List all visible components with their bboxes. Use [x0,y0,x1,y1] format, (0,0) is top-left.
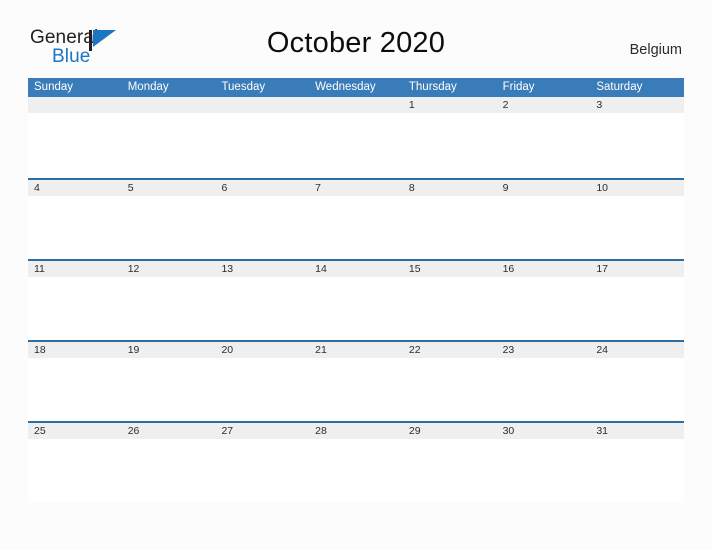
day-cell[interactable]: 2 [497,97,591,113]
day-cell[interactable]: 8 [403,180,497,196]
day-cell[interactable]: 19 [122,342,216,358]
day-cell[interactable]: 5 [122,180,216,196]
week-note-area[interactable] [28,358,684,421]
day-cell[interactable]: 25 [28,423,122,439]
weekday-wednesday: Wednesday [315,81,376,93]
day-cell[interactable]: 4 [28,180,122,196]
day-cell[interactable]: 14 [309,261,403,277]
weekday-friday: Friday [502,81,535,93]
weekday-thursday: Thursday [408,81,457,93]
day-cell[interactable] [122,97,216,113]
week-day-numbers: 25 26 27 28 29 30 31 [28,423,684,439]
weekday-saturday: Saturday [596,81,643,93]
day-cell[interactable]: 1 [403,97,497,113]
day-cell[interactable]: 29 [403,423,497,439]
week-row: 1 2 3 [28,97,684,178]
day-cell[interactable]: 20 [215,342,309,358]
day-cell[interactable] [215,97,309,113]
day-cell[interactable]: 22 [403,342,497,358]
day-cell[interactable]: 31 [590,423,684,439]
week-day-numbers: 1 2 3 [28,97,684,113]
day-cell[interactable]: 13 [215,261,309,277]
day-cell[interactable]: 18 [28,342,122,358]
week-day-numbers: 11 12 13 14 15 16 17 [28,261,684,277]
week-day-numbers: 18 19 20 21 22 23 24 [28,342,684,358]
week-row: 4 5 6 7 8 9 10 [28,178,684,259]
day-cell[interactable]: 27 [215,423,309,439]
weekday-tuesday: Tuesday [221,81,266,93]
day-cell[interactable] [309,97,403,113]
day-cell[interactable]: 6 [215,180,309,196]
day-cell[interactable]: 9 [497,180,591,196]
day-cell[interactable]: 24 [590,342,684,358]
weekday-monday: Monday [127,81,169,93]
week-row: 18 19 20 21 22 23 24 [28,340,684,421]
week-row: 25 26 27 28 29 30 31 [28,421,684,502]
day-cell[interactable]: 3 [590,97,684,113]
day-cell[interactable]: 21 [309,342,403,358]
week-note-area[interactable] [28,277,684,340]
day-cell[interactable]: 28 [309,423,403,439]
calendar-page: General Blue October 2020 Belgium Sunday… [0,0,712,550]
country-label: Belgium [629,42,682,58]
day-cell[interactable]: 10 [590,180,684,196]
day-cell[interactable]: 23 [497,342,591,358]
day-cell[interactable]: 16 [497,261,591,277]
page-header: General Blue October 2020 Belgium [0,0,712,66]
calendar-grid: Sunday Monday Tuesday Wednesday Thursday… [28,78,684,502]
week-note-area[interactable] [28,439,684,502]
week-note-area[interactable] [28,113,684,176]
page-title: October 2020 [266,27,446,59]
day-cell[interactable]: 15 [403,261,497,277]
day-cell[interactable]: 11 [28,261,122,277]
day-cell[interactable]: 30 [497,423,591,439]
week-note-area[interactable] [28,196,684,259]
day-cell[interactable]: 26 [122,423,216,439]
weekday-sunday: Sunday [34,81,74,93]
day-cell[interactable]: 17 [590,261,684,277]
weekday-header-row: Sunday Monday Tuesday Wednesday Thursday… [28,78,684,97]
day-cell[interactable]: 12 [122,261,216,277]
day-cell[interactable]: 7 [309,180,403,196]
week-row: 11 12 13 14 15 16 17 [28,259,684,340]
week-day-numbers: 4 5 6 7 8 9 10 [28,180,684,196]
day-cell[interactable] [28,97,122,113]
